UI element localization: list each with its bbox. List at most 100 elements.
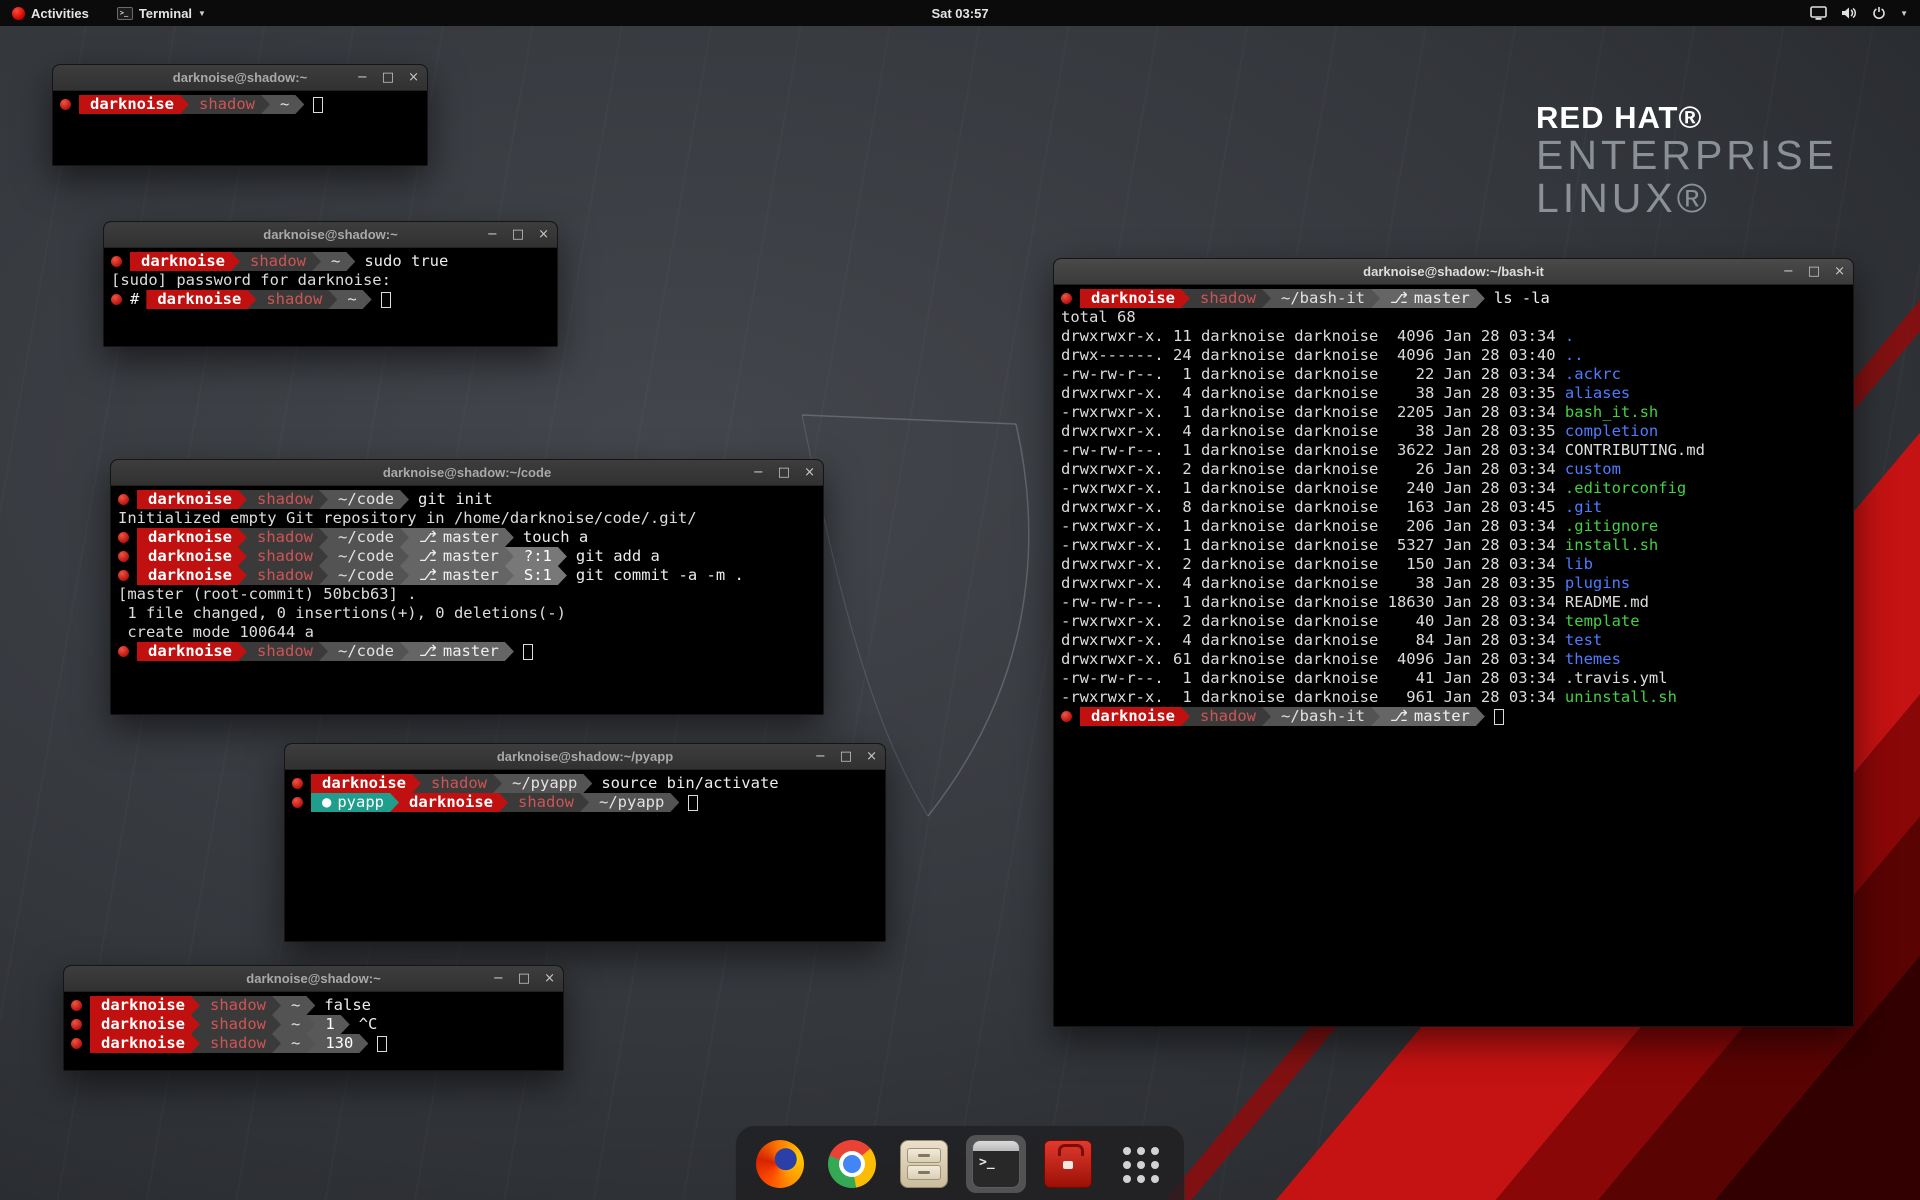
terminal-app-icon: >_: [117, 7, 133, 20]
app-menu-label: Terminal: [139, 6, 192, 21]
file-name-directory: .: [1565, 327, 1574, 346]
dock-item-toolbox[interactable]: [1038, 1135, 1098, 1193]
terminal-line: -rwxrwxr-x. 1 darknoise darknoise 240 Ja…: [1061, 479, 1846, 498]
terminal-line: [sudo] password for darknoise:: [111, 271, 550, 290]
prompt-segment-user: darknoise: [79, 95, 189, 114]
maximize-button[interactable]: □: [518, 966, 530, 992]
minimize-button[interactable]: −: [1783, 259, 1794, 285]
git-branch-icon: ⎇: [419, 566, 437, 584]
prompt-segment-user: darknoise: [130, 252, 240, 271]
terminal-content[interactable]: darknoiseshadow~/bash-it⎇masterls -latot…: [1054, 285, 1853, 1026]
terminal-content[interactable]: darknoiseshadow~/codegit initInitialized…: [111, 486, 823, 714]
file-name-directory: .ackrc: [1565, 365, 1621, 384]
command-text: ^C: [359, 1015, 378, 1034]
terminal-line: darknoiseshadow~/codegit init: [118, 490, 816, 509]
prompt-segment-user: darknoise: [90, 996, 200, 1015]
prompt-segment-host: shadow: [191, 996, 281, 1015]
terminal-cursor: [377, 1036, 387, 1052]
terminal-line: darknoiseshadow~/code⎇masterS:1git commi…: [118, 566, 816, 585]
close-button[interactable]: ×: [538, 222, 549, 248]
file-cabinet-icon: [900, 1140, 948, 1188]
maximize-button[interactable]: □: [778, 460, 790, 486]
close-button[interactable]: ×: [1834, 259, 1845, 285]
prompt-fedora-icon: [118, 551, 129, 562]
prompt-fedora-icon: [292, 797, 303, 808]
window-titlebar[interactable]: darknoise@shadow:~ − □ ×: [53, 65, 427, 91]
terminal-content[interactable]: darknoiseshadow~sudo true[sudo] password…: [104, 248, 557, 346]
app-menu-terminal[interactable]: >_ Terminal ▼: [113, 0, 210, 26]
file-name-directory: custom: [1565, 460, 1621, 479]
maximize-button[interactable]: □: [382, 65, 394, 91]
terminal-line: drwx------. 24 darknoise darknoise 4096 …: [1061, 346, 1846, 365]
maximize-button[interactable]: □: [840, 744, 852, 770]
output-text: [master (root-commit) 50bcb63] .: [118, 585, 417, 604]
dock-item-terminal[interactable]: >_: [966, 1135, 1026, 1193]
terminal-line: darknoiseshadow~/bash-it⎇masterls -la: [1061, 289, 1846, 308]
prompt-fedora-icon: [60, 99, 71, 110]
prompt-fedora-icon: [111, 294, 122, 305]
output-text: total 68: [1061, 308, 1136, 327]
command-text: git init: [418, 490, 493, 509]
file-name-directory: .git: [1565, 498, 1602, 517]
clock-button[interactable]: Sat 03:57: [927, 0, 992, 26]
prompt-segment-host: shadow: [238, 490, 328, 509]
file-name-directory: completion: [1565, 422, 1658, 441]
activities-button[interactable]: Activities: [8, 0, 93, 26]
minimize-button[interactable]: −: [815, 744, 826, 770]
terminal-content[interactable]: darknoiseshadow~: [53, 91, 427, 165]
file-name-executable: uninstall.sh: [1565, 688, 1677, 707]
window-titlebar[interactable]: darknoise@shadow:~ − □ ×: [104, 222, 557, 248]
output-text: drwxrwxr-x. 2 darknoise darknoise 150 Ja…: [1061, 555, 1565, 574]
terminal-line: darknoiseshadow~/code⎇master?:1git add a: [118, 547, 816, 566]
minimize-button[interactable]: −: [493, 966, 504, 992]
minimize-button[interactable]: −: [753, 460, 764, 486]
close-button[interactable]: ×: [408, 65, 419, 91]
dock-item-file-manager[interactable]: [894, 1135, 954, 1193]
prompt-segment-host: shadow: [191, 1034, 281, 1053]
dock-item-firefox[interactable]: [750, 1135, 810, 1193]
prompt-segment-user: darknoise: [1080, 707, 1190, 726]
output-text: drwxrwxr-x. 4 darknoise darknoise 84 Jan…: [1061, 631, 1565, 650]
terminal-line: 1 file changed, 0 insertions(+), 0 delet…: [118, 604, 816, 623]
activities-label: Activities: [31, 6, 89, 21]
close-button[interactable]: ×: [544, 966, 555, 992]
window-titlebar[interactable]: darknoise@shadow:~ − □ ×: [64, 966, 563, 992]
prompt-fedora-icon: [118, 494, 129, 505]
terminal-line: drwxrwxr-x. 61 darknoise darknoise 4096 …: [1061, 650, 1846, 669]
output-text: drwxrwxr-x. 61 darknoise darknoise 4096 …: [1061, 650, 1565, 669]
terminal-content[interactable]: darknoiseshadow~falsedarknoiseshadow~1^C…: [64, 992, 563, 1070]
prompt-segment-host: shadow: [1181, 289, 1271, 308]
terminal-line: create mode 100644 a: [118, 623, 816, 642]
file-name-executable: install.sh: [1565, 536, 1658, 555]
maximize-button[interactable]: □: [1808, 259, 1820, 285]
system-status-area[interactable]: ▼: [1810, 6, 1920, 20]
branding-enterprise-text: ENTERPRISE: [1536, 134, 1838, 177]
dock-item-show-applications[interactable]: [1110, 1135, 1170, 1193]
window-titlebar[interactable]: darknoise@shadow:~/bash-it − □ ×: [1054, 259, 1853, 285]
prompt-segment-path: ~/bash-it: [1262, 707, 1380, 726]
dock-item-chrome[interactable]: [822, 1135, 882, 1193]
terminal-line: darknoiseshadow~false: [71, 996, 556, 1015]
output-text: drwxrwxr-x. 4 darknoise darknoise 38 Jan…: [1061, 422, 1565, 441]
close-button[interactable]: ×: [866, 744, 877, 770]
minimize-button[interactable]: −: [357, 65, 368, 91]
terminal-content[interactable]: darknoiseshadow~/pyappsource bin/activat…: [285, 770, 885, 941]
window-titlebar[interactable]: darknoise@shadow:~/code − □ ×: [111, 460, 823, 486]
terminal-line: drwxrwxr-x. 8 darknoise darknoise 163 Ja…: [1061, 498, 1846, 517]
terminal-line: darknoiseshadow~/code⎇master: [118, 642, 816, 661]
maximize-button[interactable]: □: [512, 222, 524, 248]
prompt-segment-path: ~/bash-it: [1262, 289, 1380, 308]
terminal-line: darknoiseshadow~sudo true: [111, 252, 550, 271]
prompt-segment-user: darknoise: [90, 1015, 200, 1034]
output-text: drwxrwxr-x. 4 darknoise darknoise 38 Jan…: [1061, 384, 1565, 403]
minimize-button[interactable]: −: [487, 222, 498, 248]
terminal-icon-prompt: >_: [973, 1151, 1019, 1170]
terminal-line: -rwxrwxr-x. 2 darknoise darknoise 40 Jan…: [1061, 612, 1846, 631]
terminal-line: Initialized empty Git repository in /hom…: [118, 509, 816, 528]
prompt-segment-host: shadow: [191, 1015, 281, 1034]
close-button[interactable]: ×: [804, 460, 815, 486]
terminal-cursor: [523, 644, 533, 660]
branding-linux-text: LINUX®: [1536, 177, 1838, 220]
window-titlebar[interactable]: darknoise@shadow:~/pyapp − □ ×: [285, 744, 885, 770]
prompt-segment-host: shadow: [238, 566, 328, 585]
